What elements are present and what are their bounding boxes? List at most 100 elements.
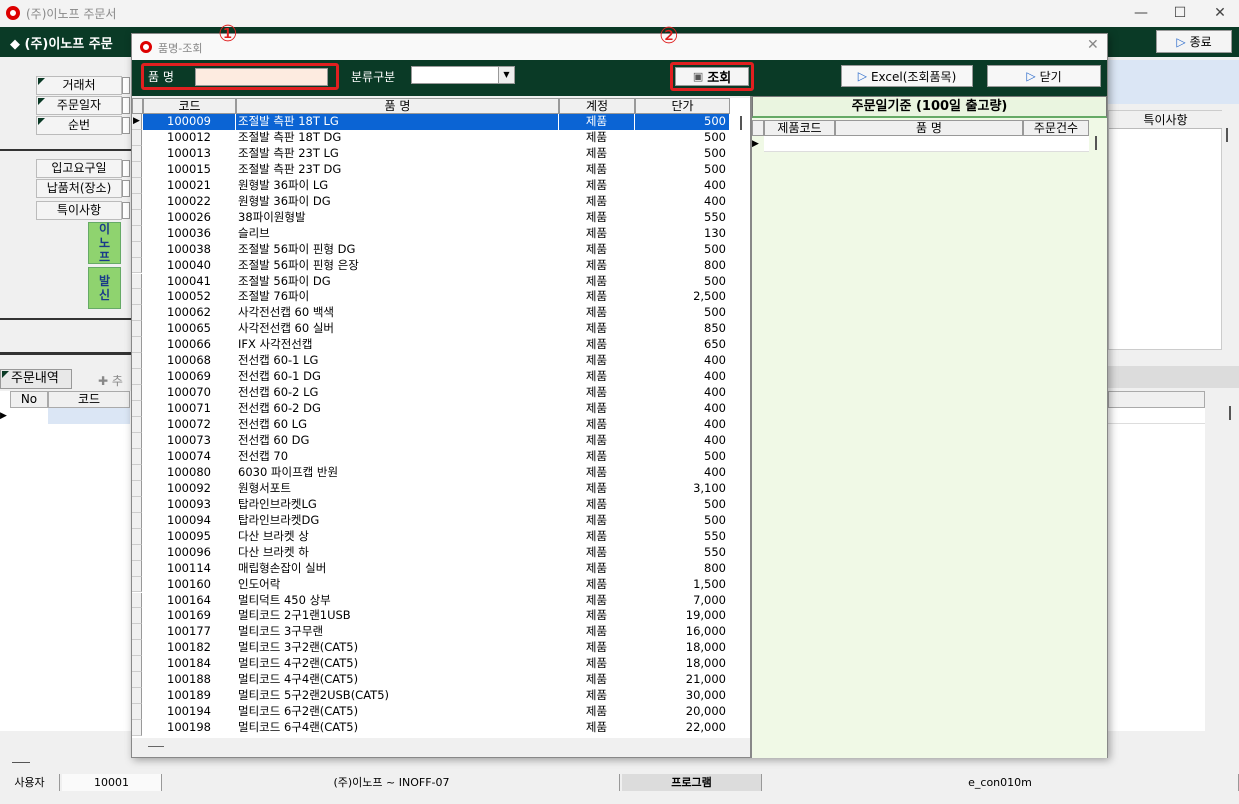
row-header-cell[interactable] bbox=[132, 528, 142, 545]
row-header-cell[interactable] bbox=[132, 464, 142, 481]
code-cell[interactable]: 100169 bbox=[143, 608, 235, 624]
name-cell[interactable]: 조절발 측판 23T LG bbox=[236, 146, 558, 162]
price-cell[interactable]: 400 bbox=[635, 433, 729, 449]
price-cell[interactable]: 850 bbox=[635, 321, 729, 337]
name-cell[interactable]: IFX 사각전선캡 bbox=[236, 337, 558, 353]
code-cell[interactable]: 100022 bbox=[143, 194, 235, 210]
name-cell[interactable]: 멀티코드 6구2랜(CAT5) bbox=[236, 704, 558, 720]
price-cell[interactable]: 2,500 bbox=[635, 289, 729, 305]
row-header-cell[interactable] bbox=[132, 289, 142, 306]
exit-button[interactable]: ▷ 종료 bbox=[1156, 30, 1232, 53]
price-cell[interactable]: 400 bbox=[635, 353, 729, 369]
price-cell[interactable]: 20,000 bbox=[635, 704, 729, 720]
price-cell[interactable]: 16,000 bbox=[635, 624, 729, 640]
account-cell[interactable]: 제품 bbox=[559, 337, 634, 353]
account-cell[interactable]: 제품 bbox=[559, 640, 634, 656]
table-row[interactable]: 100013 조절발 측판 23T LG 제품 500 bbox=[132, 145, 732, 162]
table-row[interactable]: 100074 전선캡 70 제품 500 bbox=[132, 448, 732, 465]
code-cell[interactable]: 100096 bbox=[143, 545, 235, 561]
table-row[interactable]: 100182 멀티코드 3구2랜(CAT5) 제품 18,000 bbox=[132, 640, 732, 657]
name-cell[interactable]: 다산 브라켓 상 bbox=[236, 529, 558, 545]
price-cell[interactable]: 400 bbox=[635, 417, 729, 433]
table-row[interactable]: 100072 전선캡 60 LG 제품 400 bbox=[132, 417, 732, 433]
new-row-cell[interactable] bbox=[1108, 408, 1205, 424]
price-cell[interactable]: 30,000 bbox=[635, 688, 729, 704]
price-cell[interactable]: 400 bbox=[635, 194, 729, 210]
row-header-cell[interactable] bbox=[132, 129, 142, 146]
code-cell[interactable]: 100062 bbox=[143, 305, 235, 321]
code-cell[interactable]: 100160 bbox=[143, 577, 235, 593]
name-cell[interactable]: 조절발 56파이 핀형 은장 bbox=[236, 258, 558, 274]
price-cell[interactable]: 19,000 bbox=[635, 608, 729, 624]
row-header-cell[interactable] bbox=[132, 145, 142, 162]
name-cell[interactable]: 원형발 36파이 LG bbox=[236, 178, 558, 194]
table-row[interactable]: ▶ 100009 조절발 측판 18T LG 제품 500 bbox=[132, 114, 732, 130]
price-cell[interactable]: 500 bbox=[635, 274, 729, 290]
remarks-input[interactable] bbox=[122, 202, 130, 219]
table-row[interactable]: 100040 조절발 56파이 핀형 은장 제품 800 bbox=[132, 257, 732, 274]
item-grid[interactable]: 코드 품 명 계정 단가 ▶ 100009 조절발 측판 18T LG 제품 500 10… bbox=[132, 98, 750, 738]
tab-order-details[interactable]: 주문내역 bbox=[0, 369, 72, 389]
excel-export-button[interactable]: ▷ Excel(조회품목) bbox=[841, 65, 973, 87]
row-header-cell[interactable] bbox=[132, 640, 142, 657]
account-cell[interactable]: 제품 bbox=[559, 449, 634, 465]
table-row[interactable]: 100065 사각전선캡 60 실버 제품 850 bbox=[132, 321, 732, 338]
scrollbar-thumb[interactable] bbox=[12, 762, 30, 763]
table-row[interactable]: 100021 원형발 36파이 LG 제품 400 bbox=[132, 177, 732, 194]
table-row[interactable]: 100070 전선캡 60-2 LG 제품 400 bbox=[132, 385, 732, 402]
code-cell[interactable]: 100182 bbox=[143, 640, 235, 656]
code-cell[interactable]: 100041 bbox=[143, 274, 235, 290]
code-cell[interactable]: 100073 bbox=[143, 433, 235, 449]
item-name-input[interactable] bbox=[195, 68, 328, 86]
row-header-cell[interactable] bbox=[132, 161, 142, 178]
table-row[interactable]: 100012 조절발 측판 18T DG 제품 500 bbox=[132, 129, 732, 146]
name-cell[interactable]: 원형발 36파이 DG bbox=[236, 194, 558, 210]
row-header-cell[interactable] bbox=[132, 480, 142, 497]
table-row[interactable]: 100041 조절발 56파이 DG 제품 500 bbox=[132, 273, 732, 290]
code-cell[interactable]: 100094 bbox=[143, 513, 235, 529]
price-cell[interactable]: 400 bbox=[635, 178, 729, 194]
account-cell[interactable]: 제품 bbox=[559, 226, 634, 242]
name-cell[interactable]: 슬리브 bbox=[236, 226, 558, 242]
code-cell[interactable]: 100021 bbox=[143, 178, 235, 194]
account-cell[interactable]: 제품 bbox=[559, 417, 634, 433]
table-row[interactable]: 100026 38파이원형발 제품 550 bbox=[132, 209, 732, 226]
price-cell[interactable]: 550 bbox=[635, 529, 729, 545]
price-cell[interactable]: 500 bbox=[635, 449, 729, 465]
code-cell[interactable]: 100065 bbox=[143, 321, 235, 337]
code-cell[interactable]: 100198 bbox=[143, 720, 235, 736]
price-cell[interactable]: 3,100 bbox=[635, 481, 729, 497]
price-cell[interactable]: 500 bbox=[635, 497, 729, 513]
table-row[interactable]: 100062 사각전선캡 60 백색 제품 500 bbox=[132, 305, 732, 322]
inof-button[interactable]: 이노프 bbox=[88, 222, 121, 264]
row-header-cell[interactable] bbox=[132, 496, 142, 513]
code-cell[interactable]: 100092 bbox=[143, 481, 235, 497]
row-header-cell[interactable] bbox=[132, 385, 142, 402]
account-cell[interactable]: 제품 bbox=[559, 433, 634, 449]
name-cell[interactable]: 멀티코드 4구2랜(CAT5) bbox=[236, 656, 558, 672]
code-cell[interactable]: 100009 bbox=[143, 114, 235, 130]
table-row[interactable]: 100096 다산 브라켓 하 제품 550 bbox=[132, 544, 732, 561]
vertical-scrollbar[interactable] bbox=[733, 114, 750, 738]
table-row[interactable]: 100184 멀티코드 4구2랜(CAT5) 제품 18,000 bbox=[132, 656, 732, 673]
code-cell[interactable]: 100013 bbox=[143, 146, 235, 162]
customer-input[interactable] bbox=[122, 77, 130, 94]
row-header-cell[interactable] bbox=[132, 273, 142, 290]
row-header-cell[interactable] bbox=[132, 688, 142, 705]
table-row[interactable]: 100092 원형서포트 제품 3,100 bbox=[132, 480, 732, 497]
code-cell[interactable]: 100070 bbox=[143, 385, 235, 401]
new-row-code-cell[interactable] bbox=[48, 408, 130, 424]
code-cell[interactable]: 100012 bbox=[143, 130, 235, 146]
account-cell[interactable]: 제품 bbox=[559, 401, 634, 417]
row-header-cell[interactable] bbox=[132, 401, 142, 418]
code-cell[interactable]: 100184 bbox=[143, 656, 235, 672]
account-cell[interactable]: 제품 bbox=[559, 497, 634, 513]
row-header-cell[interactable] bbox=[132, 353, 142, 370]
price-cell[interactable]: 500 bbox=[635, 146, 729, 162]
account-cell[interactable]: 제품 bbox=[559, 258, 634, 274]
code-cell[interactable]: 100093 bbox=[143, 497, 235, 513]
close-button[interactable]: ▷ 닫기 bbox=[987, 65, 1101, 87]
table-row[interactable]: 100071 전선캡 60-2 DG 제품 400 bbox=[132, 401, 732, 418]
table-row[interactable]: 100073 전선캡 60 DG 제품 400 bbox=[132, 433, 732, 449]
table-row[interactable]: 100015 조절발 측판 23T DG 제품 500 bbox=[132, 161, 732, 178]
